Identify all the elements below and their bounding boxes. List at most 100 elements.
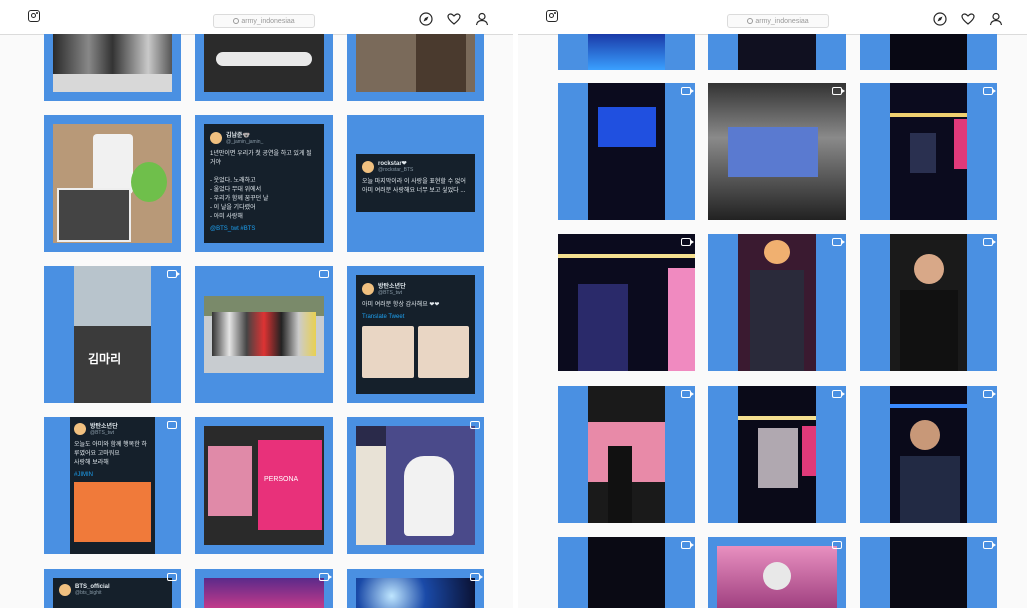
search-icon bbox=[747, 18, 754, 25]
video-icon bbox=[983, 541, 996, 549]
post-thumbnail[interactable] bbox=[708, 386, 846, 523]
heart-icon[interactable] bbox=[447, 12, 461, 26]
post-photo bbox=[890, 537, 967, 608]
post-photo bbox=[890, 83, 967, 220]
post-thumbnail[interactable] bbox=[860, 234, 997, 371]
post-thumbnail[interactable] bbox=[708, 83, 846, 220]
post-thumbnail[interactable]: PERSONA bbox=[195, 417, 333, 554]
video-icon bbox=[983, 238, 996, 246]
tweet-screenshot: 방탄소년단 @BTS_twt 아미 여러분 항상 감사해요 ❤❤ Translat… bbox=[356, 275, 475, 394]
post-thumbnail[interactable]: 방탄소년단 @BTS_twt 오늘도 아미와 함께 행복한 하루였어요 고마워요 … bbox=[44, 417, 181, 554]
post-photo bbox=[356, 426, 475, 545]
tweet-body: 1년만이면 우리가 첫 공연을 하고 있게 될 거야 - 웃었다. 노래하고 -… bbox=[210, 151, 312, 220]
post-thumbnail[interactable]: 방탄소년단 @BTS_twt 아미 여러분 항상 감사해요 ❤❤ Translat… bbox=[347, 266, 484, 403]
post-thumbnail[interactable] bbox=[44, 34, 181, 101]
video-icon bbox=[470, 573, 483, 581]
tweet-body: 오늘도 아미와 함께 행복한 하루였어요 고마워요 사랑해 보라해 bbox=[74, 442, 147, 466]
post-thumbnail[interactable] bbox=[708, 34, 846, 70]
post-thumbnail[interactable] bbox=[708, 234, 846, 371]
tweet-handle: @bts_bighit bbox=[75, 590, 102, 596]
post-thumbnail[interactable] bbox=[195, 266, 333, 403]
video-icon bbox=[832, 390, 845, 398]
tweet-author: 방탄소년단 bbox=[90, 424, 118, 430]
post-thumbnail[interactable] bbox=[860, 83, 997, 220]
post-photo bbox=[558, 234, 695, 371]
post-photo bbox=[204, 296, 324, 373]
post-thumbnail[interactable]: BTS_official @bts_bighit bbox=[44, 569, 181, 608]
post-photo bbox=[53, 124, 172, 243]
post-thumbnail[interactable] bbox=[860, 537, 997, 608]
tweet-handle: @rockstar_BTS bbox=[378, 167, 414, 173]
video-icon bbox=[319, 573, 332, 581]
post-thumbnail[interactable] bbox=[558, 234, 695, 371]
tweet-screenshot: rockstar❤ @rockstar_BTS 오늘 마지막이라 이 사랑을 표현… bbox=[356, 154, 475, 212]
post-thumbnail[interactable]: 김마리 bbox=[44, 266, 181, 403]
carousel-icon bbox=[167, 573, 177, 581]
carousel-icon bbox=[470, 421, 480, 429]
user-icon[interactable] bbox=[989, 12, 1003, 26]
video-icon bbox=[681, 541, 694, 549]
post-photo bbox=[738, 34, 816, 70]
post-thumbnail[interactable] bbox=[347, 569, 484, 608]
tweet-body: 오늘 마지막이라 이 사랑을 표현할 수 없어 아미 여러분 사랑해요 너무 보… bbox=[362, 179, 466, 194]
post-thumbnail[interactable] bbox=[347, 417, 484, 554]
post-thumbnail[interactable] bbox=[558, 83, 695, 220]
post-photo bbox=[738, 386, 816, 523]
search-placeholder: army_indonesiaa bbox=[755, 18, 809, 25]
compass-icon[interactable] bbox=[933, 12, 947, 26]
tweet-author: 방탄소년단 bbox=[378, 284, 406, 290]
photo-face bbox=[74, 482, 151, 542]
tweet-author: 김남준🐨 bbox=[226, 133, 251, 139]
avatar bbox=[74, 422, 86, 435]
avatar bbox=[362, 160, 374, 173]
post-thumbnail[interactable] bbox=[558, 34, 695, 70]
instagram-logo-icon[interactable] bbox=[28, 10, 40, 22]
post-thumbnail[interactable] bbox=[347, 34, 484, 101]
post-photo bbox=[708, 83, 846, 220]
post-thumbnail[interactable] bbox=[860, 34, 997, 70]
post-thumbnail[interactable] bbox=[860, 386, 997, 523]
search-input[interactable]: army_indonesiaa bbox=[213, 14, 315, 28]
video-icon bbox=[832, 238, 845, 246]
compass-icon[interactable] bbox=[419, 12, 433, 26]
video-icon bbox=[983, 390, 996, 398]
post-thumbnail[interactable] bbox=[44, 115, 181, 252]
carousel-icon bbox=[167, 421, 177, 429]
tweet-handle: @BTS_twt bbox=[90, 430, 114, 436]
search-icon bbox=[233, 18, 240, 25]
post-photo: PERSONA bbox=[204, 426, 324, 545]
post-photo bbox=[588, 386, 665, 523]
tweet-handle: @BTS_twt bbox=[378, 290, 402, 296]
video-icon bbox=[983, 87, 996, 95]
video-icon bbox=[681, 238, 694, 246]
post-thumbnail[interactable] bbox=[558, 386, 695, 523]
post-thumbnail[interactable] bbox=[558, 537, 695, 608]
video-icon bbox=[681, 390, 694, 398]
carousel-icon bbox=[832, 541, 842, 549]
post-photo bbox=[717, 546, 837, 608]
post-photo bbox=[588, 537, 665, 608]
search-input[interactable]: army_indonesiaa bbox=[727, 14, 829, 28]
post-photo bbox=[890, 234, 967, 371]
post-thumbnail[interactable] bbox=[195, 34, 333, 101]
left-feed-panel: army_indonesiaa 김남준🐨 @_jamin_jamin_ 1년만이… bbox=[0, 0, 513, 608]
carousel-icon bbox=[319, 270, 329, 278]
post-photo bbox=[738, 234, 816, 371]
tweet-screenshot: 김남준🐨 @_jamin_jamin_ 1년만이면 우리가 첫 공연을 하고 있게… bbox=[204, 124, 324, 243]
post-thumbnail[interactable]: rockstar❤ @rockstar_BTS 오늘 마지막이라 이 사랑을 표현… bbox=[347, 115, 484, 252]
instagram-logo-icon[interactable] bbox=[546, 10, 558, 22]
post-thumbnail[interactable] bbox=[708, 537, 846, 608]
tweet-translate-link[interactable]: Translate Tweet bbox=[362, 314, 469, 320]
video-icon bbox=[681, 87, 694, 95]
post-thumbnail[interactable] bbox=[195, 569, 333, 608]
post-photo bbox=[890, 386, 967, 523]
tweet-tags: #JIMIN bbox=[74, 472, 94, 478]
post-thumbnail[interactable]: 김남준🐨 @_jamin_jamin_ 1년만이면 우리가 첫 공연을 하고 있게… bbox=[195, 115, 333, 252]
post-photo: rockstar❤ @rockstar_BTS 오늘 마지막이라 이 사랑을 표현… bbox=[356, 124, 475, 243]
user-icon[interactable] bbox=[475, 12, 489, 26]
heart-icon[interactable] bbox=[961, 12, 975, 26]
tweet-author: rockstar❤ bbox=[378, 161, 407, 167]
tweet-tags: @BTS_twt #BTS bbox=[210, 226, 256, 232]
tweet-body: 아미 여러분 항상 감사해요 ❤❤ bbox=[362, 302, 440, 308]
post-photo: 김마리 bbox=[74, 266, 151, 403]
